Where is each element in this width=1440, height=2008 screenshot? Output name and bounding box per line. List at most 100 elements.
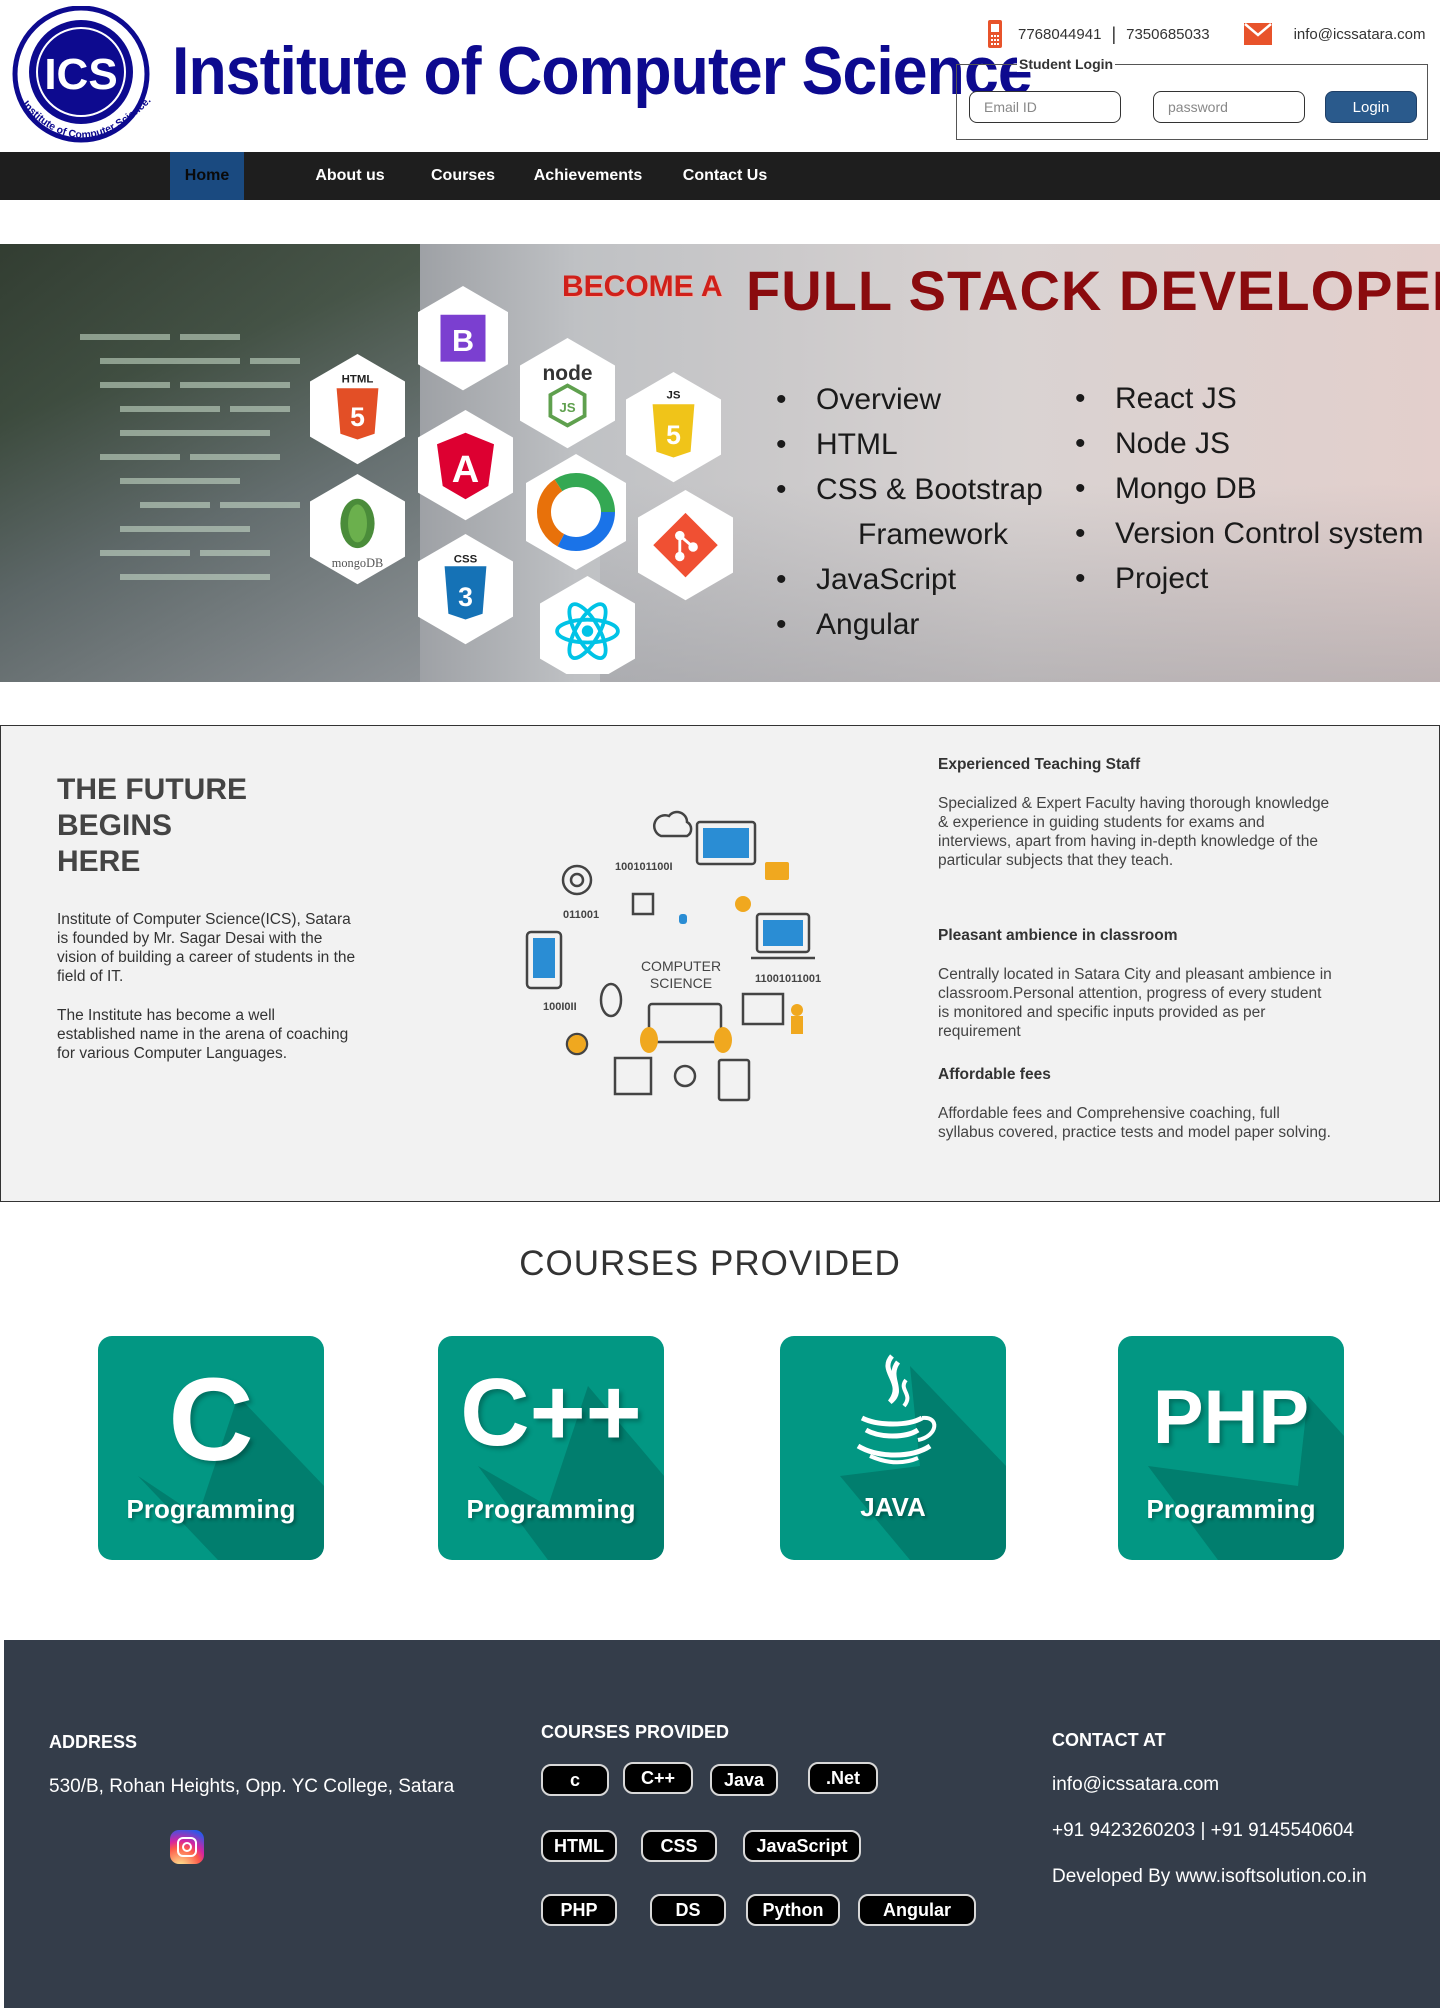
nodejs-icon: node JS <box>520 338 615 449</box>
mobile-phone-icon <box>988 20 1002 48</box>
about-paragraph-2: The Institute has become a well establis… <box>57 1007 349 1062</box>
heading-line: HERE <box>57 845 141 878</box>
course-tag-java[interactable]: Java <box>710 1764 778 1796</box>
footer-address-heading: ADDRESS <box>49 1732 138 1752</box>
svg-text:A: A <box>452 449 479 491</box>
about-heading: THE FUTURE BEGINS HERE <box>57 772 317 880</box>
topic-item: Mongo DB <box>1075 466 1423 511</box>
topic-item: Node JS <box>1075 421 1423 466</box>
brand-title: Institute of Computer Science <box>172 33 1033 109</box>
login-legend: Student Login <box>1017 56 1116 72</box>
computer-science-illustration: COMPUTER SCIENCE 100101100I 011001 11001… <box>525 810 821 1102</box>
course-tag-php[interactable]: PHP <box>541 1894 617 1926</box>
phone-number-2[interactable]: 7350685033 <box>1126 26 1209 43</box>
course-big-label: C++ <box>460 1359 642 1466</box>
topic-item: HTML <box>776 422 1043 467</box>
email-field[interactable] <box>969 91 1121 123</box>
topic-item: Version Control system <box>1075 511 1423 556</box>
instagram-icon[interactable] <box>170 1830 204 1864</box>
hero-become-text: BECOME A <box>562 270 723 303</box>
main-nav: Home About us Courses Achievements Conta… <box>0 152 1440 200</box>
topic-item: Angular <box>776 602 1043 647</box>
java-cup-icon <box>856 1354 937 1465</box>
mongodb-icon: mongoDB <box>310 474 405 585</box>
graphic-bits: 100101100I <box>615 861 673 873</box>
hero-banner[interactable]: B HTML 5 node JS JS 5 A mongoDB CSS 3 BE… <box>0 244 1440 682</box>
course-sub-label: Programming <box>126 1494 296 1524</box>
svg-text:JS: JS <box>559 400 575 415</box>
nav-achievements[interactable]: Achievements <box>522 152 654 200</box>
feature-title-fees: Affordable fees <box>938 1066 1051 1083</box>
svg-text:B: B <box>452 324 474 358</box>
feature-text-staff: Specialized & Expert Faculty having thor… <box>938 795 1330 869</box>
svg-text:HTML: HTML <box>342 374 374 386</box>
javascript-icon: JS 5 <box>626 372 721 483</box>
bootstrap-icon: B <box>418 286 508 391</box>
course-tag-css[interactable]: CSS <box>641 1830 717 1862</box>
about-paragraph-1: Institute of Computer Science(ICS), Sata… <box>57 911 356 985</box>
hero-topics-left: Overview HTML CSS & Bootstrap Framework … <box>776 377 1043 647</box>
password-field[interactable] <box>1153 91 1305 123</box>
feature-title-ambience: Pleasant ambience in classroom <box>938 927 1178 944</box>
heading-line: BEGINS <box>57 809 173 842</box>
topic-item: CSS & Bootstrap <box>776 467 1043 512</box>
course-tag-ds[interactable]: DS <box>650 1894 726 1926</box>
nav-courses[interactable]: Courses <box>418 152 508 200</box>
graphic-label: COMPUTER <box>641 958 721 974</box>
nav-home[interactable]: Home <box>170 152 244 200</box>
course-tag-angular[interactable]: Angular <box>858 1894 976 1926</box>
graphic-bits: 11001011001 <box>755 973 821 985</box>
course-tag-python[interactable]: Python <box>746 1894 840 1926</box>
nav-contact-us[interactable]: Contact Us <box>672 152 778 200</box>
svg-text:5: 5 <box>350 402 365 432</box>
hero-topics-right: React JS Node JS Mongo DB Version Contro… <box>1075 376 1423 601</box>
topic-item: Framework <box>858 518 1009 551</box>
feature-text-ambience: Centrally located in Satara City and ple… <box>938 966 1332 1040</box>
login-button[interactable]: Login <box>1325 91 1417 123</box>
css3-icon: CSS 3 <box>418 534 513 645</box>
course-tag-dotnet[interactable]: .Net <box>808 1762 878 1794</box>
svg-text:CSS: CSS <box>454 554 478 566</box>
header-email[interactable]: info@icssatara.com <box>1294 26 1426 43</box>
tech-hexagon-cluster: B HTML 5 node JS JS 5 A mongoDB CSS 3 <box>310 286 733 674</box>
graphic-bits: 100I0II <box>543 1001 577 1013</box>
react-icon <box>540 576 635 674</box>
footer-contact-phones[interactable]: +91 9423260203 | +91 9145540604 <box>1052 1820 1354 1842</box>
course-tag-cpp[interactable]: C++ <box>623 1762 693 1794</box>
courses-title: COURSES PROVIDED <box>519 1244 901 1283</box>
course-big-label: C <box>168 1354 254 1486</box>
site-footer: ADDRESS 530/B, Rohan Heights, Opp. YC Co… <box>4 1640 1440 2008</box>
top-contact-bar: 7768044941 | 7350685033 info@icssatara.c… <box>986 16 1426 52</box>
ics-logo[interactable]: ICS Institute of Computer Science. <box>6 6 156 146</box>
phone-separator: | <box>1111 23 1117 44</box>
svg-text:mongoDB: mongoDB <box>332 556 383 570</box>
circular-logo-icon <box>526 454 626 570</box>
nav-about-us[interactable]: About us <box>300 152 400 200</box>
course-tag-html[interactable]: HTML <box>541 1830 617 1862</box>
topic-item: JavaScript <box>776 557 1043 602</box>
hero-title: FULL STACK DEVELOPER <box>746 259 1440 322</box>
student-login-form: Student Login Login <box>956 56 1428 140</box>
topic-item: Overview <box>776 377 1043 422</box>
angular-icon: A <box>418 410 513 521</box>
course-sub-label: Programming <box>1146 1494 1316 1524</box>
feature-text-fees: Affordable fees and Comprehensive coachi… <box>938 1105 1331 1141</box>
course-tag-javascript[interactable]: JavaScript <box>743 1830 861 1862</box>
topic-item: Project <box>1075 556 1423 601</box>
course-card-cpp[interactable]: C++ Programming <box>438 1336 664 1560</box>
heading-line: THE FUTURE <box>57 773 247 806</box>
course-card-java[interactable]: JAVA <box>780 1336 1006 1560</box>
course-card-php[interactable]: PHP Programming <box>1118 1336 1344 1560</box>
course-tag-c[interactable]: c <box>541 1764 609 1796</box>
feature-title-staff: Experienced Teaching Staff <box>938 756 1141 773</box>
git-icon <box>638 490 733 601</box>
course-card-c[interactable]: C Programming <box>98 1336 324 1560</box>
course-sub-label: JAVA <box>860 1492 926 1522</box>
footer-developed-by[interactable]: Developed By www.isoftsolution.co.in <box>1052 1866 1367 1888</box>
about-section: THE FUTURE BEGINS HERE Institute of Comp… <box>0 725 1440 1202</box>
phone-number-1[interactable]: 7768044941 <box>1018 26 1101 43</box>
graphic-bits: 011001 <box>563 909 599 921</box>
footer-contact-email[interactable]: info@icssatara.com <box>1052 1774 1219 1796</box>
site-header: ICS Institute of Computer Science. Insti… <box>0 0 1440 152</box>
course-sub-label: Programming <box>466 1494 636 1524</box>
